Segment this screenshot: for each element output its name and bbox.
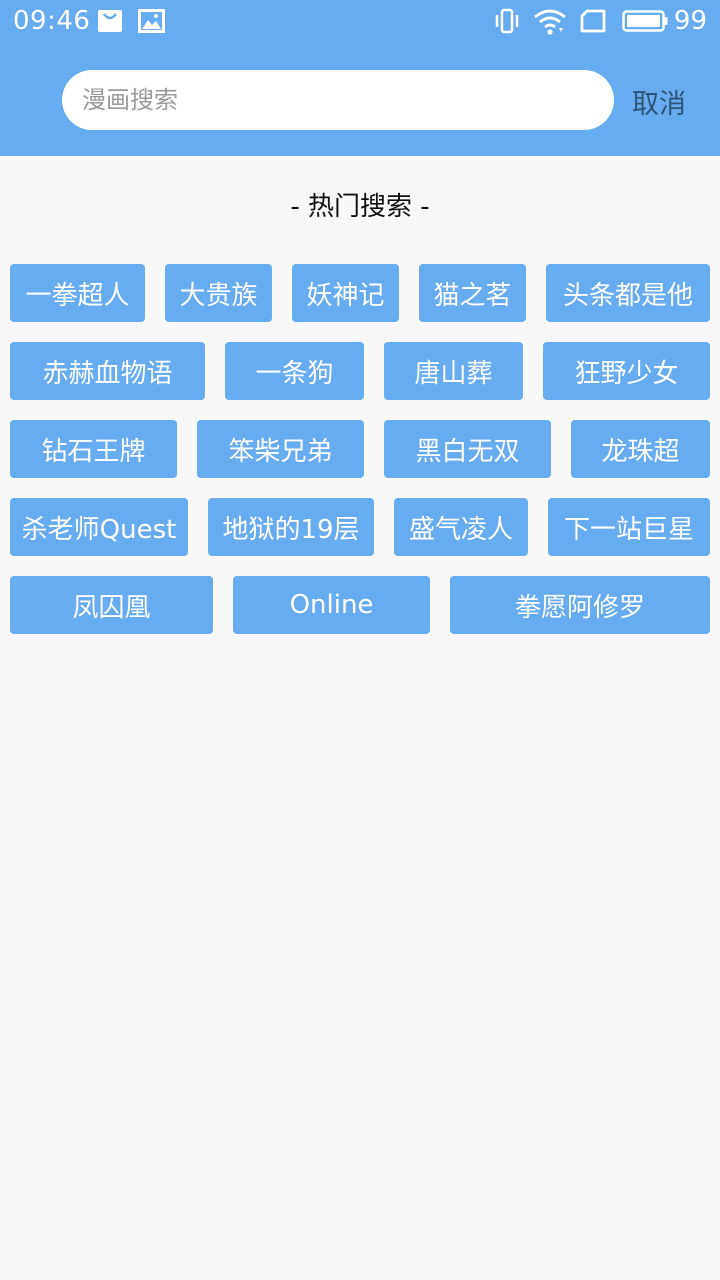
hot-tag[interactable]: 下一站巨星 <box>548 498 710 556</box>
sim-card-icon <box>579 8 607 38</box>
hot-tag[interactable]: 龙珠超 <box>571 420 710 478</box>
hot-tag[interactable]: 大贵族 <box>165 264 272 322</box>
wifi-icon <box>533 8 567 40</box>
hot-search-title: - 热门搜索 - <box>290 192 430 222</box>
hot-tag[interactable]: 杀老师Quest <box>10 498 188 556</box>
hot-tag[interactable]: 猫之茗 <box>419 264 526 322</box>
status-time: 09:46 <box>13 6 91 36</box>
hot-tag[interactable]: 一拳超人 <box>10 264 145 322</box>
hot-tag[interactable]: 妖神记 <box>292 264 399 322</box>
hot-tag[interactable]: 钻石王牌 <box>10 420 177 478</box>
search-header: 取消 <box>0 44 720 156</box>
status-bar: 09:46 99 <box>0 0 720 44</box>
battery-level: 99 <box>673 6 707 36</box>
hot-tag[interactable]: 地狱的19层 <box>208 498 374 556</box>
tag-row: 赤赫血物语 一条狗 唐山葬 狂野少女 <box>10 342 710 400</box>
hot-tag[interactable]: 赤赫血物语 <box>10 342 205 400</box>
hot-tag[interactable]: 一条狗 <box>225 342 364 400</box>
hot-tag[interactable]: 唐山葬 <box>384 342 523 400</box>
tag-row: 杀老师Quest 地狱的19层 盛气凌人 下一站巨星 <box>10 498 710 556</box>
hot-tag[interactable]: 头条都是他 <box>546 264 710 322</box>
tag-row: 一拳超人 大贵族 妖神记 猫之茗 头条都是他 <box>10 264 710 322</box>
hot-tag[interactable]: 凤囚凰 <box>10 576 213 634</box>
search-box <box>62 70 614 130</box>
tag-row: 钻石王牌 笨柴兄弟 黑白无双 龙珠超 <box>10 420 710 478</box>
hot-tag[interactable]: 笨柴兄弟 <box>197 420 364 478</box>
hot-tag[interactable]: 盛气凌人 <box>394 498 528 556</box>
shopping-bag-icon <box>97 8 123 38</box>
hot-tag[interactable]: 黑白无双 <box>384 420 551 478</box>
hot-tag[interactable]: 拳愿阿修罗 <box>450 576 710 634</box>
tag-row: 凤囚凰 Online 拳愿阿修罗 <box>10 576 710 634</box>
hot-tag[interactable]: Online <box>233 576 430 634</box>
search-input[interactable] <box>62 70 614 130</box>
cancel-button[interactable]: 取消 <box>632 82 686 121</box>
battery-icon <box>622 8 668 38</box>
vibrate-icon <box>494 8 520 38</box>
hot-tag[interactable]: 狂野少女 <box>543 342 710 400</box>
image-icon <box>138 8 165 38</box>
